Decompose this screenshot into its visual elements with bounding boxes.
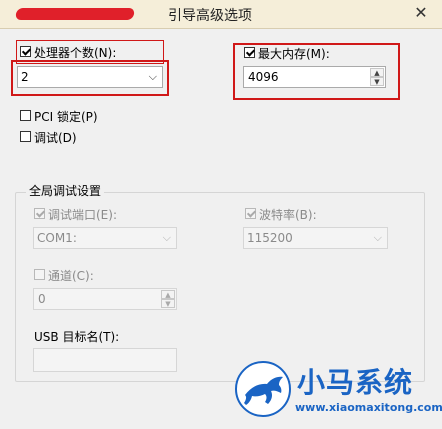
max-memory-highlight xyxy=(233,43,400,100)
chevron-down-icon: ⌵ xyxy=(162,231,171,244)
baud-rate-label: 波特率(B): xyxy=(259,208,317,222)
watermark: 小马系统 www.xiaomaxitong.com xyxy=(231,361,442,423)
window-title: 引导高级选项 xyxy=(168,8,252,24)
debug-checkbox[interactable] xyxy=(20,131,31,142)
channel-input[interactable]: 0 ▲ ▼ xyxy=(33,288,177,310)
debug-port-label: 调试端口(E): xyxy=(48,208,117,222)
debug-port-select[interactable]: COM1: ⌵ xyxy=(33,227,177,249)
debug-label: 调试(D) xyxy=(34,131,77,145)
usb-target-label: USB 目标名(T): xyxy=(34,330,120,344)
debug-port-checkbox[interactable] xyxy=(34,208,45,219)
spin-down-icon[interactable]: ▼ xyxy=(161,299,175,308)
pci-lock-checkbox[interactable] xyxy=(20,110,31,121)
close-button[interactable]: ✕ xyxy=(410,4,432,22)
title-bar: 引导高级选项 ✕ xyxy=(0,0,442,29)
baud-rate-select[interactable]: 115200 ⌵ xyxy=(243,227,388,249)
pci-lock-label: PCI 锁定(P) xyxy=(34,110,98,124)
channel-label: 通道(C): xyxy=(48,269,94,283)
baud-rate-checkbox[interactable] xyxy=(245,208,256,219)
watermark-name: 小马系统 xyxy=(297,366,414,399)
redaction-mark xyxy=(14,8,136,20)
chevron-down-icon: ⌵ xyxy=(373,231,382,244)
horse-logo-icon xyxy=(235,361,291,417)
processors-select-highlight xyxy=(11,60,169,96)
spin-up-icon[interactable]: ▲ xyxy=(161,290,175,299)
debug-port-value: COM1: xyxy=(37,231,77,245)
global-debug-title: 全局调试设置 xyxy=(26,182,105,199)
channel-checkbox[interactable] xyxy=(34,269,45,280)
baud-rate-value: 115200 xyxy=(247,231,293,245)
channel-value: 0 xyxy=(38,292,46,306)
watermark-url: www.xiaomaxitong.com xyxy=(295,401,442,414)
usb-target-input[interactable] xyxy=(33,348,177,372)
